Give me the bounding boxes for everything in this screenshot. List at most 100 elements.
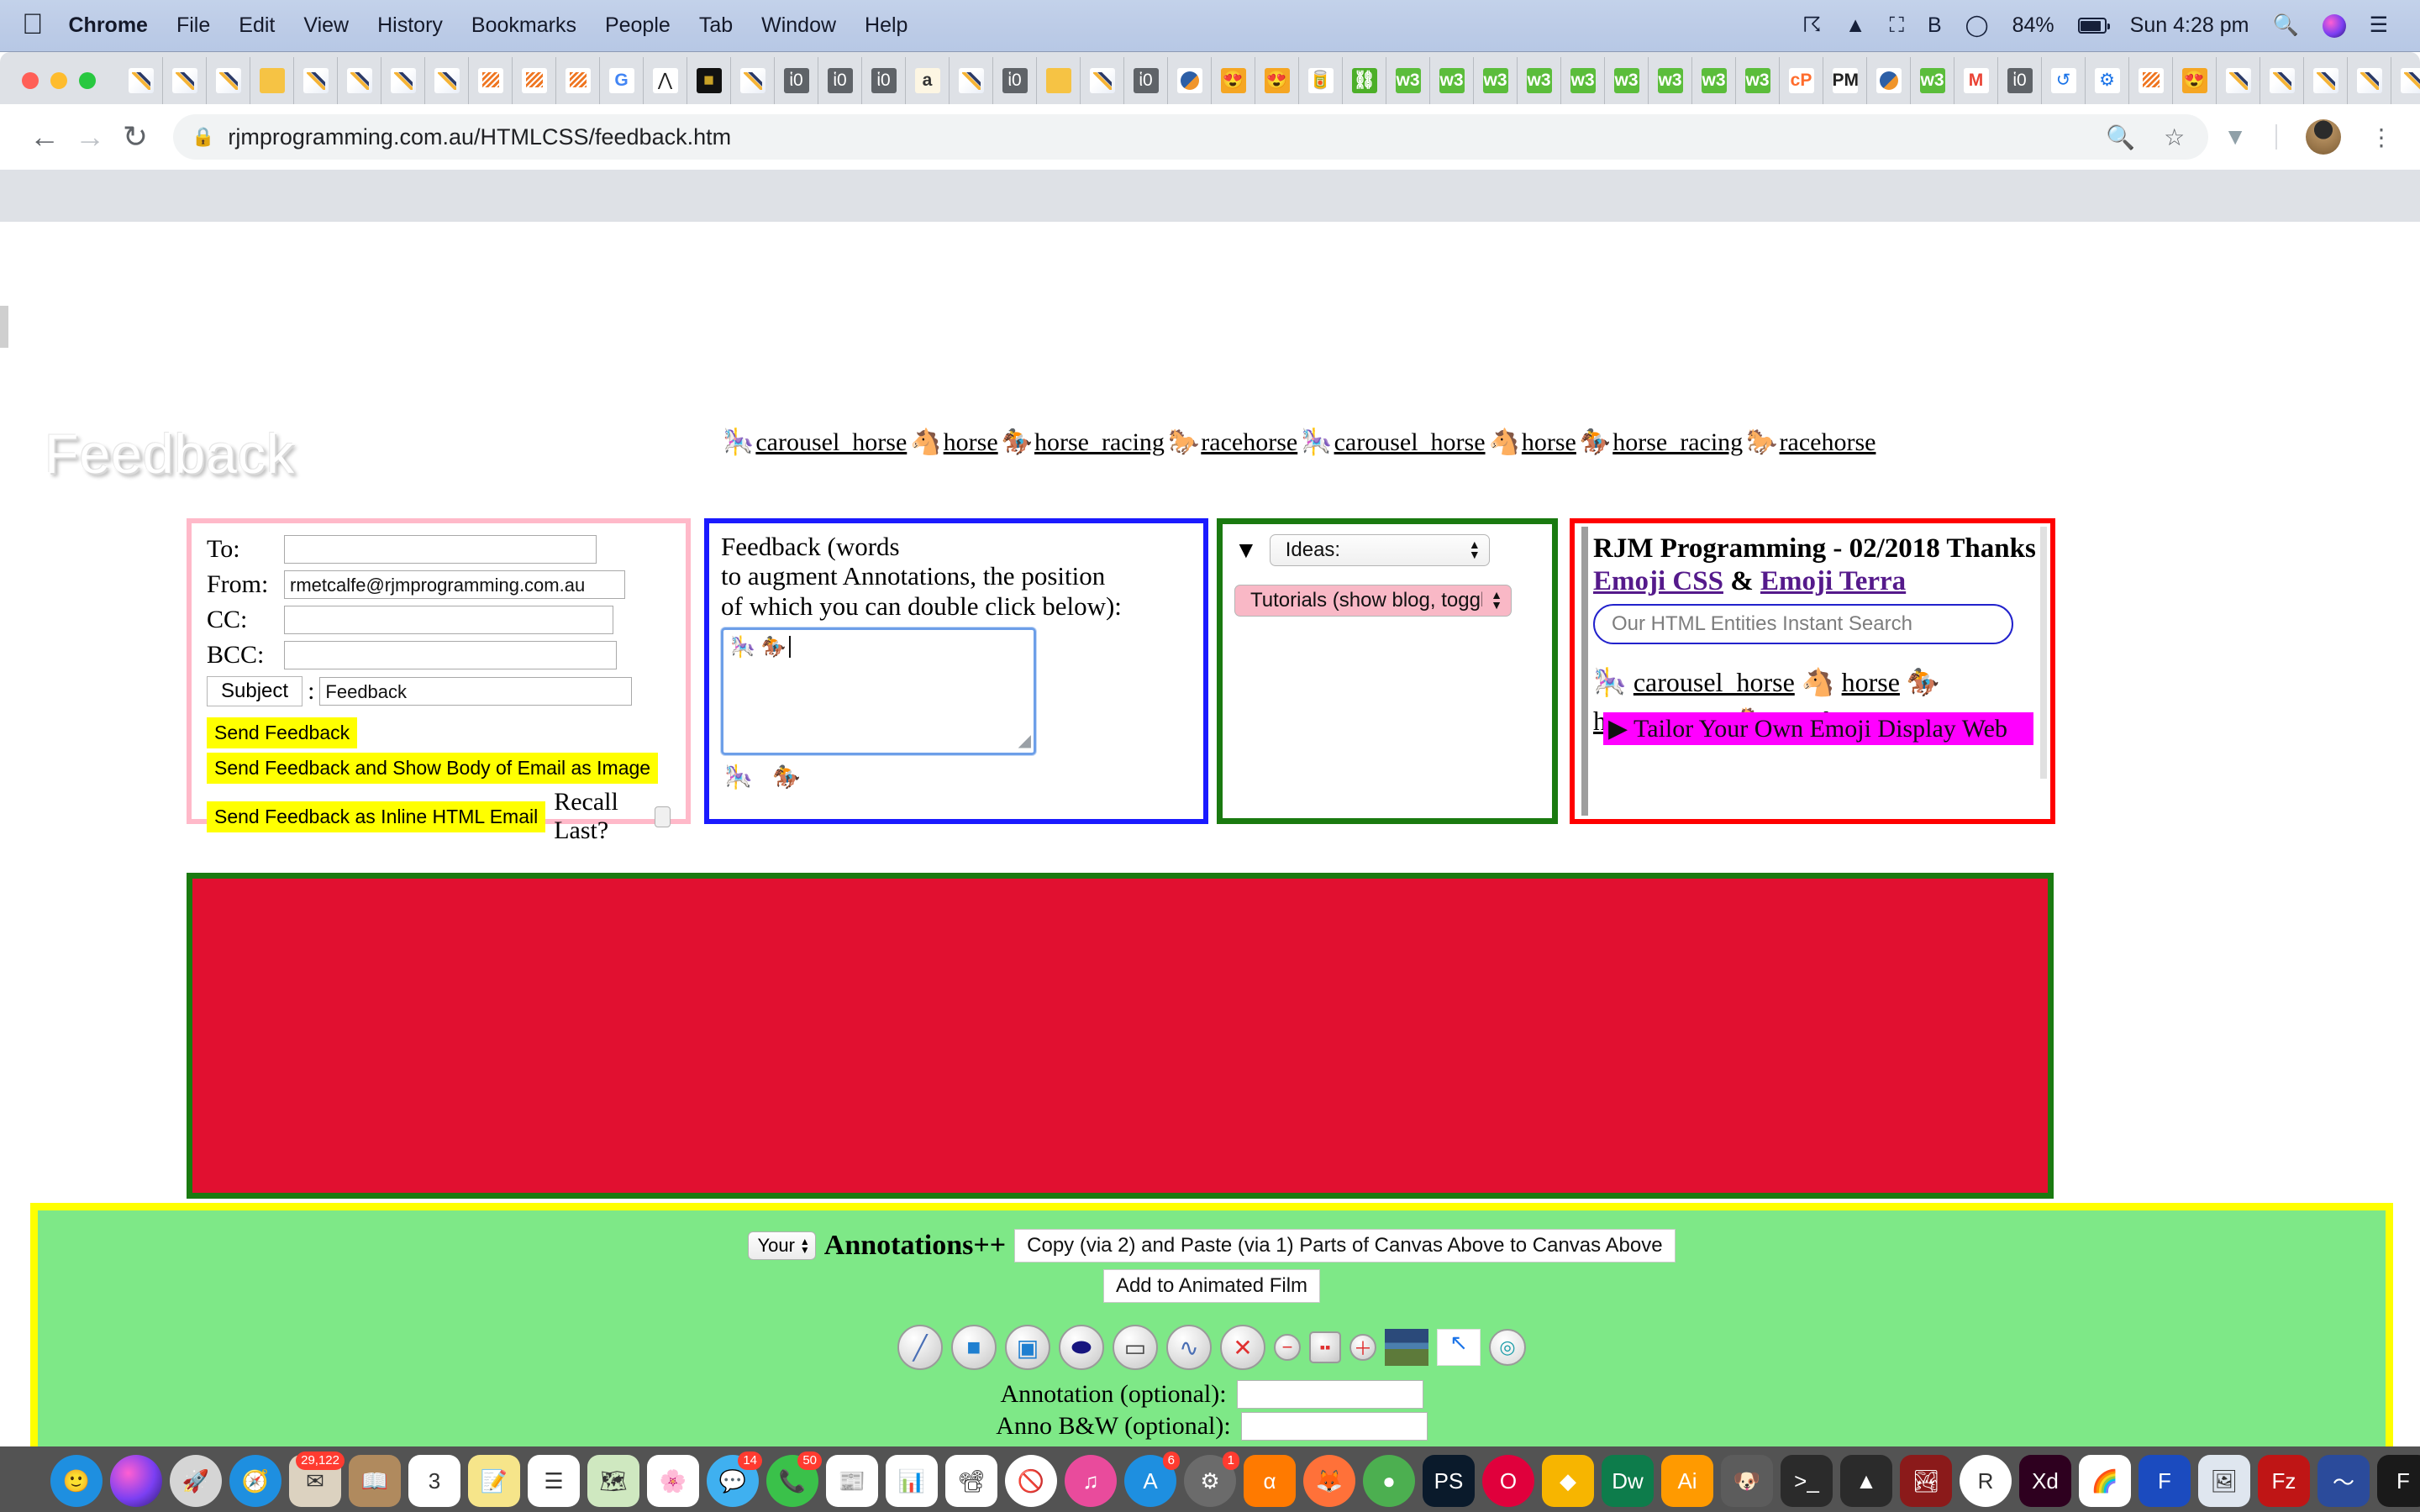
browser-tab[interactable]: w3 — [1911, 57, 1954, 104]
siri-icon[interactable] — [2322, 13, 2346, 38]
dock-item-filemaker[interactable]: F — [2139, 1455, 2191, 1507]
dock-item-keynote[interactable]: 📽 — [945, 1455, 997, 1507]
camera-tool[interactable]: ◎ — [1489, 1329, 1526, 1366]
dock-item-gimp[interactable]: 🐶 — [1721, 1455, 1773, 1507]
alfred-icon[interactable]: ☈ — [1802, 15, 1821, 36]
browser-tab[interactable]: a — [906, 57, 950, 104]
from-input[interactable]: rmetcalfe@rjmprogramming.com.au — [284, 570, 625, 599]
malwarebytes-icon[interactable]: ▲ — [1845, 15, 1866, 36]
dock-item-dreamweaver[interactable]: Dw — [1602, 1455, 1654, 1507]
browser-tab[interactable]: 😍 — [1212, 57, 1255, 104]
browser-tab[interactable] — [2217, 57, 2260, 104]
ideas-select[interactable]: Ideas: ▲ ▼ — [1269, 534, 1490, 566]
dock-item-siri[interactable] — [110, 1455, 162, 1507]
browser-tab[interactable] — [163, 57, 207, 104]
browser-tab[interactable] — [294, 57, 338, 104]
browser-tab[interactable]: w3 — [1430, 57, 1474, 104]
dock-item-filezilla[interactable]: Fz — [2258, 1455, 2310, 1507]
three-dot-menu-icon[interactable]: ⋮ — [2370, 123, 2393, 151]
annotation-input[interactable] — [1236, 1380, 1423, 1409]
zoom-out-tool[interactable]: − — [1274, 1334, 1301, 1361]
browser-tab[interactable]: 🥫 — [1299, 57, 1343, 104]
browser-tab[interactable]: ■ — [687, 57, 731, 104]
browser-tab[interactable] — [2391, 57, 2420, 104]
menu-item-window[interactable]: Window — [761, 13, 836, 38]
browser-tab[interactable]: cP — [1780, 57, 1823, 104]
dock-item-avast[interactable]: α — [1244, 1455, 1296, 1507]
browser-tab[interactable]: ἱ0 — [1998, 57, 2042, 104]
dock-item-calendar[interactable]: 3 — [408, 1455, 460, 1507]
browser-tab[interactable] — [513, 57, 556, 104]
browser-tab[interactable]: w3 — [1474, 57, 1518, 104]
bcc-input[interactable] — [284, 641, 617, 669]
browser-tab[interactable]: w3 — [1649, 57, 1692, 104]
dock-item-messages[interactable]: 💬 14 — [707, 1452, 762, 1507]
browser-tab[interactable] — [381, 57, 425, 104]
dock-item-photoshop[interactable]: PS — [1423, 1455, 1475, 1507]
clear-tool[interactable]: ✕ — [1220, 1325, 1265, 1370]
scroll-gutter[interactable] — [0, 306, 8, 348]
browser-tab[interactable] — [1168, 57, 1212, 104]
emoji-link[interactable]: horse — [1842, 667, 1900, 697]
browser-tab[interactable]: ἱ0 — [818, 57, 862, 104]
cc-input[interactable] — [284, 606, 613, 634]
emoji-link[interactable]: racehorse — [1780, 428, 1876, 456]
apple-icon[interactable]:  — [22, 10, 44, 39]
forward-arrow-icon[interactable]: → — [67, 119, 113, 155]
emoji-link[interactable]: horse — [1522, 428, 1576, 456]
freehand-tool[interactable]: ∿ — [1166, 1325, 1212, 1370]
dock-item-system-preferences[interactable]: ⚙ 1 — [1184, 1452, 1239, 1507]
browser-tab[interactable] — [469, 57, 513, 104]
emoji-link[interactable]: horse — [944, 428, 998, 456]
to-input[interactable] — [284, 535, 597, 564]
entities-search-input[interactable]: Our HTML Entities Instant Search — [1593, 604, 2013, 644]
browser-tab[interactable]: G — [600, 57, 644, 104]
dock-item-no-entry[interactable]: 🚫 — [1005, 1455, 1057, 1507]
resize-grip-icon[interactable]: ◢ — [1018, 730, 1031, 751]
emoji-link[interactable]: carousel_horse — [755, 428, 907, 456]
spotlight-search-icon[interactable]: 🔍 — [2272, 15, 2298, 36]
battery-icon[interactable] — [2077, 18, 2110, 34]
browser-tab[interactable]: w3 — [1561, 57, 1605, 104]
filled-rect-tool[interactable]: ■ — [951, 1325, 997, 1370]
wifi-icon[interactable]: ◯ — [1965, 15, 1989, 36]
dock-item-launchpad[interactable]: 🚀 — [170, 1455, 222, 1507]
dock-item-numbers[interactable]: 📊 — [886, 1455, 938, 1507]
dock-item-finder[interactable]: 🙂 — [50, 1455, 103, 1507]
dock-item-maps[interactable]: 🗺 — [587, 1455, 639, 1507]
browser-tab[interactable]: w3 — [1518, 57, 1561, 104]
menubar-clock[interactable]: Sun 4:28 pm — [2130, 13, 2249, 38]
browser-tab[interactable] — [556, 57, 600, 104]
menu-item-people[interactable]: People — [605, 13, 671, 38]
browser-tab[interactable]: w3 — [1605, 57, 1649, 104]
cursor-add-tool[interactable]: ↖ — [1437, 1329, 1481, 1366]
address-bar[interactable]: 🔒 rjmprogramming.com.au/HTMLCSS/feedback… — [173, 114, 2209, 160]
menu-item-chrome[interactable]: Chrome — [69, 13, 148, 38]
menu-item-file[interactable]: File — [176, 13, 210, 38]
copy-paste-canvas-button[interactable]: Copy (via 2) and Paste (via 1) Parts of … — [1014, 1229, 1676, 1263]
browser-tab[interactable]: ⚙ — [2086, 57, 2129, 104]
browser-tab[interactable] — [1037, 57, 1081, 104]
browser-tab[interactable] — [2129, 57, 2173, 104]
dock-item-contacts[interactable]: 📖 — [349, 1455, 401, 1507]
dock-item-audacity[interactable]: 〜 — [2317, 1455, 2370, 1507]
reload-icon[interactable]: ↻ — [113, 119, 158, 155]
filled-ellipse-tool[interactable]: ⬬ — [1059, 1325, 1104, 1370]
dock-item-reminders[interactable]: ☰ — [528, 1455, 580, 1507]
minimize-window-button[interactable] — [50, 72, 67, 89]
browser-tab[interactable] — [1867, 57, 1911, 104]
dock-item-illustrator[interactable]: Ai — [1661, 1455, 1713, 1507]
dock-item-photos[interactable]: 🌸 — [647, 1455, 699, 1507]
dock-item-r-studio[interactable]: R — [1960, 1455, 2012, 1507]
dock-item-inkscape[interactable]: ▲ — [1840, 1455, 1892, 1507]
dock-item-notes[interactable]: 📝 — [468, 1455, 520, 1507]
feedback-textarea[interactable]: 🎠 🏇 ◢ — [721, 627, 1036, 755]
airplay-icon[interactable]: ⛶ — [1889, 15, 1904, 36]
zoom-out-icon[interactable]: 🔍 — [2106, 123, 2135, 151]
recall-last-checkbox[interactable] — [655, 806, 671, 827]
emoji-link[interactable]: racehorse — [1201, 428, 1297, 456]
bluetooth-icon[interactable]: B — [1928, 15, 1942, 36]
tutorials-select[interactable]: Tutorials (show blog, toggle sou ▲▼ — [1234, 585, 1512, 617]
send-feedback-inline-button[interactable]: Send Feedback as Inline HTML Email — [207, 801, 546, 832]
browser-tab[interactable] — [338, 57, 381, 104]
